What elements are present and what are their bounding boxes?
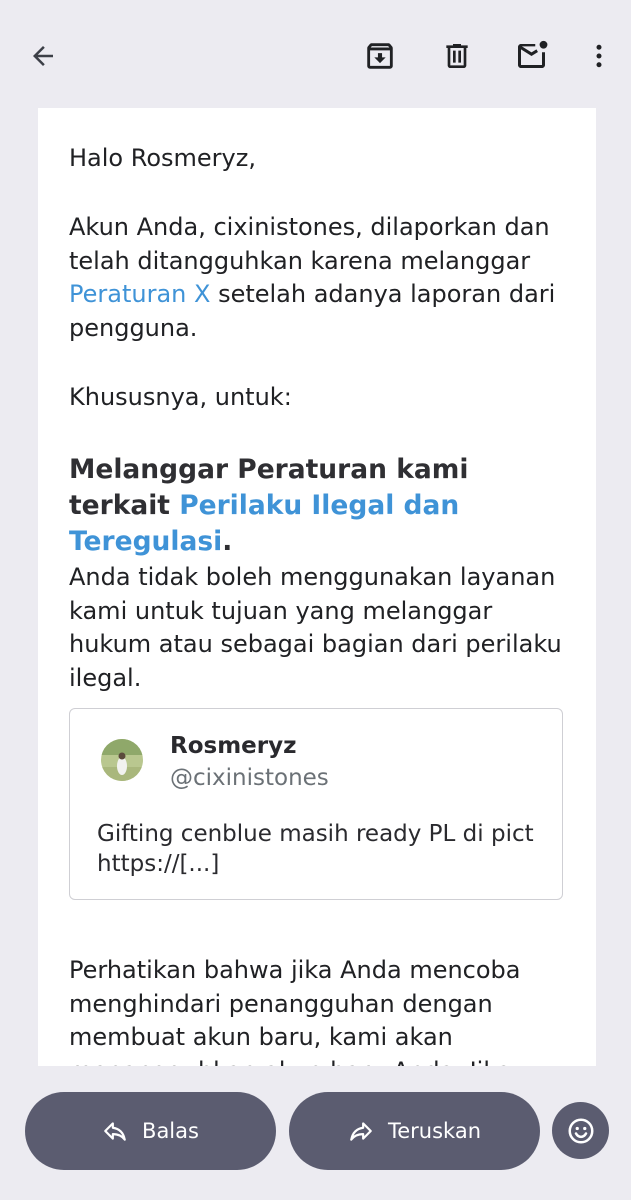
rules-link[interactable]: Peraturan X xyxy=(69,280,210,308)
paragraph-policy: Anda tidak boleh menggunakan layanan kam… xyxy=(69,563,562,692)
archive-icon xyxy=(367,43,393,69)
paragraph-warning: Perhatikan bahwa jika Anda mencoba mengh… xyxy=(69,956,521,1066)
tweet-text: Gifting cenblue masih ready PL di pict h… xyxy=(97,821,534,877)
arrow-left-icon xyxy=(33,46,53,66)
tweet-author-handle: @cixinistones xyxy=(170,765,329,791)
more-options-button[interactable] xyxy=(573,30,625,82)
violation-heading: Melanggar Peraturan kami terkait Perilak… xyxy=(69,452,569,560)
reply-icon xyxy=(104,1122,126,1141)
forward-icon xyxy=(350,1122,372,1141)
emoji-reaction-button[interactable] xyxy=(552,1102,609,1159)
avatar xyxy=(101,739,143,781)
forward-label: Teruskan xyxy=(387,1119,482,1143)
paragraph-text: Akun Anda, cixinistones, dilaporkan dan … xyxy=(69,213,550,275)
emoji-icon xyxy=(568,1118,593,1143)
bottom-action-bar: Balas Teruskan xyxy=(0,1066,631,1200)
archive-button[interactable] xyxy=(354,30,406,82)
more-vertical-icon xyxy=(596,44,602,68)
mail-unread-icon xyxy=(518,40,548,68)
email-body: Halo Rosmeryz, Akun Anda, cixinistones, … xyxy=(38,108,596,1066)
delete-button[interactable] xyxy=(431,30,483,82)
reported-tweet-card[interactable]: Rosmeryz @cixinistones Gifting cenblue m… xyxy=(69,708,563,900)
reply-label: Balas xyxy=(142,1119,199,1143)
trash-icon xyxy=(446,44,468,68)
greeting: Halo Rosmeryz, xyxy=(69,144,256,172)
back-button[interactable] xyxy=(17,30,69,82)
tweet-author-name: Rosmeryz xyxy=(170,733,297,759)
reply-button[interactable]: Balas xyxy=(25,1092,276,1170)
heading-text: . xyxy=(222,526,233,557)
top-app-bar xyxy=(0,0,631,108)
paragraph-specifically: Khususnya, untuk: xyxy=(69,383,292,411)
paragraph-suspension: Akun Anda, cixinistones, dilaporkan dan … xyxy=(69,211,569,345)
mark-unread-button[interactable] xyxy=(507,30,559,82)
forward-button[interactable]: Teruskan xyxy=(289,1092,540,1170)
